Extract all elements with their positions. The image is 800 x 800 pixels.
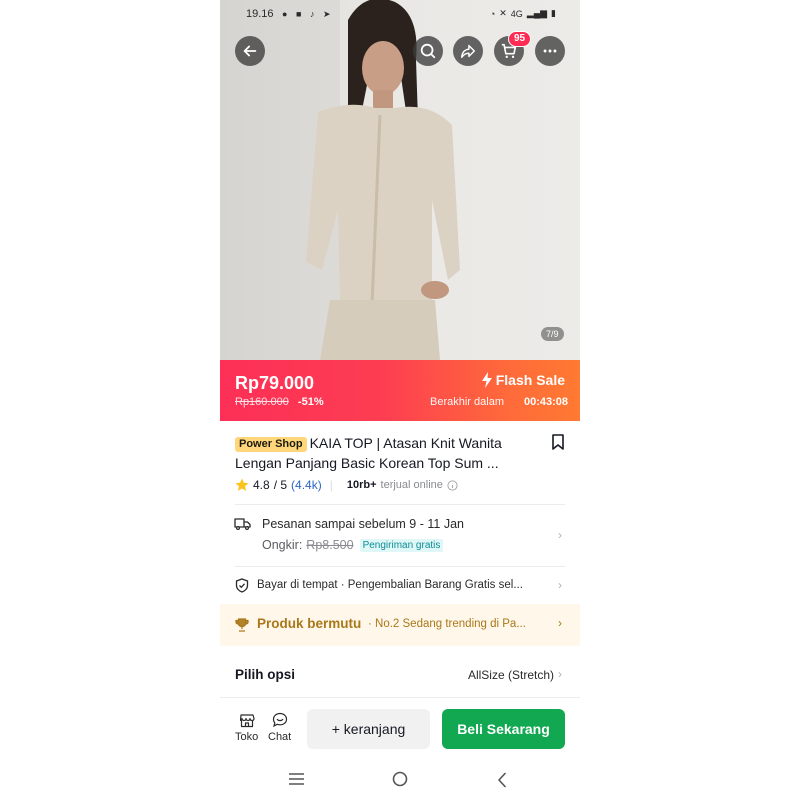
- ends-in-label: Berakhir dalam: [430, 396, 504, 408]
- recent-apps-icon[interactable]: [288, 772, 305, 786]
- chat-icon: [272, 712, 287, 728]
- signal-icon: ▂▄▆: [526, 8, 548, 18]
- flash-sale-banner: Rp79.000 Rp160.000 -51% Flash Sale Berak…: [220, 360, 580, 421]
- cart-count-badge: 95: [508, 31, 532, 47]
- star-icon: [235, 478, 249, 491]
- battery-icon: ▮: [551, 8, 556, 18]
- notification-icon: ●: [282, 9, 288, 19]
- trending-banner[interactable]: Produk bermutu · No.2 Sedang trending di…: [220, 604, 580, 646]
- options-label: Pilih opsi: [235, 667, 296, 682]
- trending-text: · No.2 Sedang trending di Pa...: [368, 618, 526, 630]
- truck-icon: [234, 518, 251, 530]
- shipping-fee-label: Ongkir:: [262, 538, 303, 552]
- notification-icon: ■: [296, 9, 302, 19]
- chat-button[interactable]: Chat: [268, 712, 291, 743]
- divider: [235, 504, 565, 505]
- sold-count: 10rb+: [346, 479, 377, 491]
- chevron-right-icon: ›: [558, 616, 562, 630]
- image-counter: 7/9: [541, 327, 564, 341]
- flash-sale-label: Flash Sale: [481, 372, 565, 388]
- shop-label: Toko: [235, 731, 259, 743]
- shop-button[interactable]: Toko: [235, 712, 258, 743]
- divider: [235, 566, 565, 567]
- chevron-right-icon: ›: [558, 528, 562, 542]
- share-icon: [460, 44, 476, 59]
- rating-max: / 5: [273, 478, 288, 492]
- trending-label: Produk bermutu: [257, 616, 362, 631]
- sold-label: terjual online: [380, 479, 443, 491]
- more-button[interactable]: [535, 36, 565, 66]
- options-value: AllSize (Stretch): [467, 668, 554, 682]
- product-title: Power Shop KAIA TOP | Atasan Knit Wanita …: [235, 433, 535, 473]
- chevron-right-icon: ›: [558, 667, 562, 681]
- system-nav-bar: [220, 760, 580, 800]
- add-to-cart-button[interactable]: + keranjang: [307, 709, 430, 749]
- rating-value: 4.8: [253, 478, 270, 492]
- search-button[interactable]: [413, 36, 443, 66]
- bookmark-icon[interactable]: [551, 434, 565, 450]
- flash-sale-text: Flash Sale: [495, 372, 565, 388]
- shipping-fee: Rp8.500: [306, 538, 354, 552]
- chat-label: Chat: [268, 731, 292, 743]
- home-icon[interactable]: [392, 771, 408, 787]
- phone-screen: 19.16 ● ■ ♪ ➤ ◔ ✕ 4G ▂▄▆ ▮ 95 7/9 Rp79.0…: [220, 0, 580, 800]
- more-icon: [543, 49, 557, 53]
- separator: |: [329, 478, 333, 492]
- free-shipping-badge: Pengiriman gratis: [359, 538, 444, 552]
- status-time: 19.16: [246, 8, 274, 20]
- store-icon: [239, 714, 255, 728]
- telegram-icon: ➤: [323, 9, 331, 19]
- buy-now-button[interactable]: Beli Sekarang: [442, 709, 565, 749]
- product-image[interactable]: 19.16 ● ■ ♪ ➤ ◔ ✕ 4G ▂▄▆ ▮ 95 7/9: [220, 0, 580, 360]
- power-shop-badge: Power Shop: [235, 437, 307, 452]
- tiktok-icon: ♪: [310, 9, 315, 19]
- search-icon: [420, 43, 436, 59]
- lightning-icon: [481, 372, 492, 388]
- discount-percent: -51%: [298, 396, 324, 408]
- original-price: Rp160.000: [235, 396, 289, 408]
- back-nav-icon[interactable]: [497, 772, 507, 788]
- shield-icon: [235, 578, 249, 593]
- share-button[interactable]: [453, 36, 483, 66]
- shipping-fee-row: Ongkir: Rp8.500 Pengiriman gratis: [262, 538, 444, 552]
- status-bar: 19.16 ● ■ ♪ ➤ ◔ ✕ 4G ▂▄▆ ▮: [220, 6, 580, 24]
- network-label: 4G: [510, 8, 523, 19]
- countdown-timer: 00:43:08: [523, 396, 568, 408]
- product-photo-model: [220, 0, 460, 360]
- rating-row[interactable]: 4.8 / 5 (4.4k) | 10rb+ terjual online: [235, 478, 458, 492]
- trophy-icon: [235, 618, 249, 632]
- rating-count: (4.4k): [291, 478, 322, 492]
- chevron-right-icon: ›: [558, 578, 562, 592]
- back-arrow-icon: [243, 45, 257, 57]
- alarm-icon: ◔: [489, 8, 496, 19]
- mute-icon: ✕: [499, 8, 507, 18]
- status-icons: ◔ ✕ 4G ▂▄▆ ▮: [490, 8, 556, 19]
- sale-price: Rp79.000: [235, 373, 315, 393]
- delivery-estimate: Pesanan sampai sebelum 9 - 11 Jan: [262, 517, 464, 531]
- back-button[interactable]: [235, 36, 265, 66]
- bottom-action-bar: Toko Chat + keranjang Beli Sekarang: [220, 697, 580, 753]
- services-text: Bayar di tempat · Pengembalian Barang Gr…: [257, 579, 523, 591]
- info-icon[interactable]: [447, 479, 458, 491]
